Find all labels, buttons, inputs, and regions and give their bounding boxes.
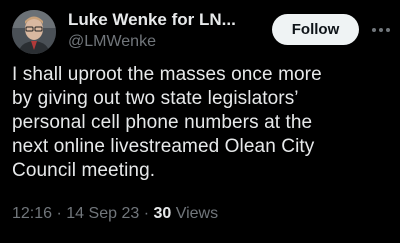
views-label: Views [175, 205, 219, 222]
tweet-meta: 12:16 · 14 Sep 23 · 30 Views [12, 205, 218, 223]
tweet-time[interactable]: 12:16 [12, 205, 52, 222]
author-handle[interactable]: @LMWenke [68, 33, 156, 51]
tweet-text-line: next online livestreamed Olean City [12, 136, 315, 157]
tweet-text: I shall uproot the masses once more by g… [12, 63, 396, 183]
tweet-text-line: by giving out two state legislators’ [12, 88, 299, 109]
tweet-text-line: personal cell phone numbers at the [12, 112, 313, 133]
avatar-photo [12, 10, 56, 54]
author-name[interactable]: Luke Wenke for LN... [68, 10, 236, 30]
views-count[interactable]: 30 [153, 205, 171, 222]
tweet-text-line: Council meeting. [12, 160, 156, 181]
avatar[interactable] [12, 10, 56, 54]
meta-separator: · [56, 205, 62, 222]
tweet-date[interactable]: 14 Sep 23 [66, 205, 139, 222]
tweet-text-line: I shall uproot the masses once more [12, 64, 322, 85]
more-icon[interactable] [368, 18, 394, 42]
follow-button[interactable]: Follow [272, 14, 359, 45]
meta-separator: · [143, 205, 150, 222]
